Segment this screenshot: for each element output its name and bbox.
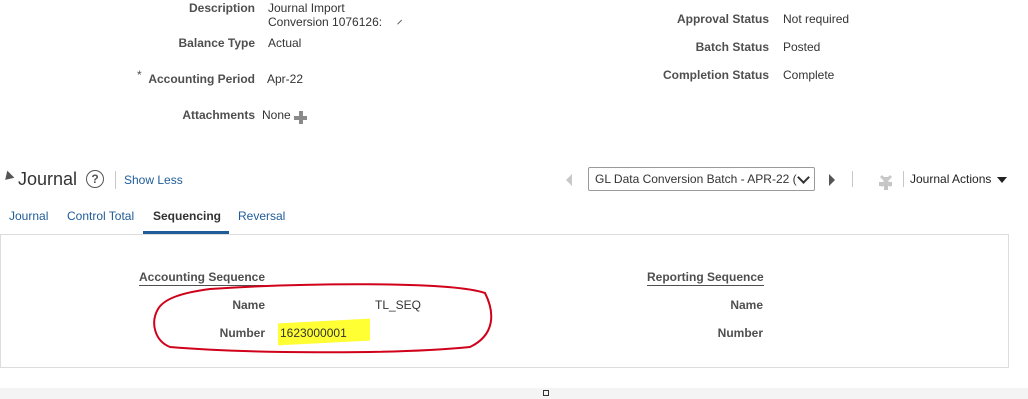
attachments-value[interactable]: None: [262, 108, 291, 122]
batch-status-label: Batch Status: [695, 40, 769, 54]
reporting-sequence-heading: Reporting Sequence: [647, 270, 764, 286]
completion-status-label: Completion Status: [662, 68, 769, 82]
tab-reversal[interactable]: Reversal: [238, 209, 285, 223]
journal-section-title: Journal: [18, 169, 78, 189]
batch-select[interactable]: GL Data Conversion Batch - APR-22 (: [588, 167, 815, 191]
reporting-number-label: Number: [717, 326, 763, 340]
accounting-period-value: Apr-22: [267, 72, 304, 86]
delete-icon[interactable]: [879, 174, 893, 188]
batch-status-value: Posted: [783, 40, 821, 54]
description-line-2: Conversion 1076126:: [268, 15, 383, 29]
tab-sequencing[interactable]: Sequencing: [153, 209, 221, 223]
tab-control-total[interactable]: Control Total: [67, 209, 134, 223]
help-icon[interactable]: ?: [86, 170, 104, 188]
description-field[interactable]: Journal Import Conversion 1076126:: [268, 1, 408, 31]
approval-status-value: Not required: [783, 12, 850, 26]
accounting-period-label: Accounting Period: [148, 72, 255, 86]
annotation-circle: [153, 283, 493, 354]
attachments-label: Attachments: [182, 108, 255, 122]
plus-icon[interactable]: [294, 111, 307, 125]
completion-status-value: Complete: [783, 68, 835, 82]
divider: [903, 171, 904, 187]
bottom-strip: [0, 388, 1028, 399]
tab-journal[interactable]: Journal: [9, 209, 48, 223]
collapse-icon[interactable]: [1, 170, 15, 184]
reporting-name-label: Name: [730, 298, 763, 312]
show-less-link[interactable]: Show Less: [124, 173, 183, 187]
batch-select-value: GL Data Conversion Batch - APR-22 (: [595, 172, 797, 186]
previous-icon[interactable]: [566, 174, 572, 186]
divider: [115, 171, 116, 189]
balance-type-value: Actual: [268, 36, 302, 50]
description-label: Description: [188, 1, 255, 15]
next-icon[interactable]: [829, 174, 835, 186]
description-line-1: Journal Import: [268, 1, 345, 15]
resize-handle-icon[interactable]: [543, 390, 549, 396]
balance-type-label: Balance Type: [178, 36, 255, 50]
journal-actions-menu[interactable]: Journal Actions: [910, 172, 991, 186]
approval-status-label: Approval Status: [676, 12, 769, 26]
dropdown-arrow-icon[interactable]: [997, 177, 1007, 183]
divider: [852, 171, 853, 187]
